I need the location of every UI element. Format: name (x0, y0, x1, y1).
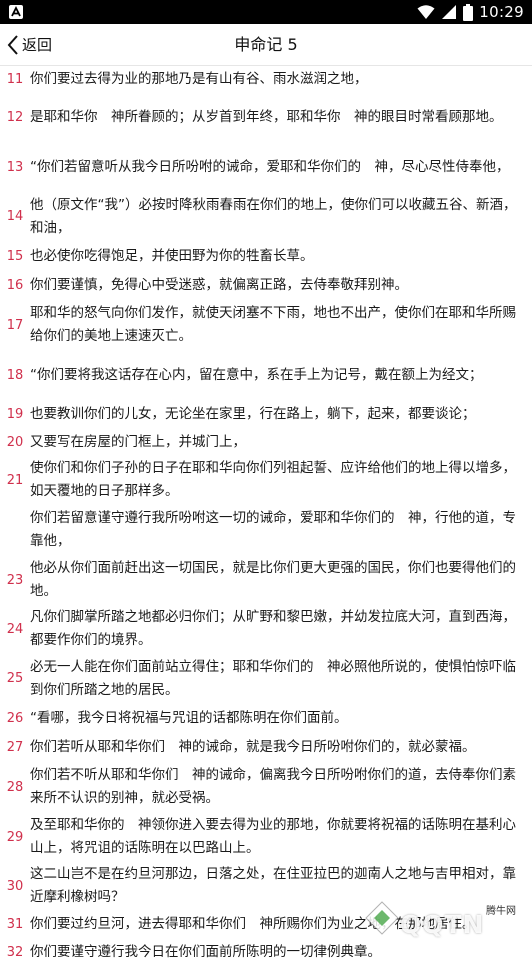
verse-text: 你们要谨守遵行我今日在你们面前所陈明的一切律例典章。 (30, 944, 381, 960)
verse-row[interactable]: 16 你们要谨慎，免得心中受迷惑，就偏离正路，去侍奉敬拜别神。 (0, 271, 532, 300)
verse-text: 凡你们脚掌所踏之地都必归你们；从旷野和黎巴嫩，并幼发拉底大河，直到西海，都要作你… (30, 609, 516, 648)
app-bar: 返回 申命记 5 (0, 24, 532, 66)
battery-icon (463, 3, 474, 21)
verse-text: 及至耶和华你的 神领你进入要去得为业的那地，你就要将祝福的话陈明在基利心山上，将… (30, 817, 516, 856)
verse-number: 27 (6, 740, 24, 755)
verse-row[interactable]: 29 及至耶和华你的 神领你进入要去得为业的那地，你就要将祝福的话陈明在基利心山… (0, 812, 532, 862)
verse-number: 32 (6, 945, 24, 960)
android-notification-icon (9, 5, 23, 19)
verse-row[interactable]: 27 你们若听从耶和华你们 神的诫命，就是我今日所吩咐你们的，就必蒙福。 (0, 733, 532, 762)
verse-row[interactable]: 19 也要教训你们的儿女，无论坐在家里，行在路上，躺下，起来，都要谈论； (0, 400, 532, 429)
verse-number: 17 (6, 317, 24, 333)
verse-text: 耶和华的怒气向你们发作，就使天闭塞不下雨，地也不出产，使你们在耶和华所赐给你们的… (30, 305, 516, 344)
verse-text: “看哪，我今日将祝福与咒诅的话都陈明在你们面前。 (30, 710, 348, 726)
verse-number: 19 (6, 407, 24, 422)
status-bar: 10:29 (0, 0, 532, 24)
verse-number: 16 (6, 278, 24, 293)
verse-number: 13 (6, 159, 24, 175)
verse-text: 你们要过约旦河，进去得耶和华你们 神所赐你们为业之地，在那地居住。 (30, 916, 476, 932)
verse-row[interactable]: 13 “你们若留意听从我今日所吩咐的诫命，爱耶和华你们的 神，尽心尽性侍奉他， (0, 143, 532, 191)
status-time: 10:29 (479, 3, 524, 21)
verse-row[interactable]: 26 “看哪，我今日将祝福与咒诅的话都陈明在你们面前。 (0, 704, 532, 733)
verse-number: 26 (6, 711, 24, 726)
verse-number: 30 (6, 878, 24, 894)
verse-row[interactable]: 32 你们要谨守遵行我今日在你们面前所陈明的一切律例典章。 (0, 939, 532, 966)
verse-number: 28 (6, 779, 24, 795)
verse-row[interactable]: 你们若留意谨守遵行我所吩咐这一切的诫命，爱耶和华你们的 神，行他的道，专靠他， (0, 505, 532, 555)
verse-row[interactable]: 18 “你们要将我这话存在心内，留在意中，系在手上为记号，戴在额上为经文； (0, 350, 532, 400)
verse-text: “你们若留意听从我今日所吩咐的诫命，爱耶和华你们的 神，尽心尽性侍奉他， (30, 158, 510, 175)
verse-row[interactable]: 30 这二山岂不是在约旦河那边，日落之处，在住亚拉巴的迦南人之地与吉甲相对，靠近… (0, 862, 532, 910)
verse-number: 21 (6, 472, 24, 488)
verse-row[interactable]: 24 凡你们脚掌所踏之地都必归你们；从旷野和黎巴嫩，并幼发拉底大河，直到西海，都… (0, 605, 532, 653)
verse-number: 29 (6, 829, 24, 845)
verse-text: 你们若听从耶和华你们 神的诫命，就是我今日所吩咐你们的，就必蒙福。 (30, 739, 476, 755)
verse-row[interactable]: 28 你们若不听从耶和华你们 神的诫命，偏离我今日所吩咐你们的道，去侍奉你们素来… (0, 762, 532, 812)
verse-text: 也要教训你们的儿女，无论坐在家里，行在路上，躺下，起来，都要谈论； (30, 406, 476, 422)
verse-number: 24 (6, 621, 24, 637)
verse-row[interactable]: 14 他（原文作“我”）必按时降秋雨春雨在你们的地上，使你们可以收藏五谷、新酒，… (0, 191, 532, 242)
verse-row[interactable]: 17 耶和华的怒气向你们发作，就使天闭塞不下雨，地也不出产，使你们在耶和华所赐给… (0, 300, 532, 350)
verse-text: 他必从你们面前赶出这一切国民，就是比你们更大更强的国民，你们也要得他们的地。 (30, 560, 516, 599)
verse-row[interactable]: 21 使你们和你们子孙的日子在耶和华向你们列祖起誓、应许给他们的地上得以增多，如… (0, 455, 532, 505)
verse-number: 25 (6, 671, 24, 686)
verse-row[interactable]: 15 也必使你吃得饱足，并使田野为你的牲畜长草。 (0, 242, 532, 271)
verse-text: 你们要谨慎，免得心中受迷惑，就偏离正路，去侍奉敬拜别神。 (30, 277, 408, 293)
verse-number: 18 (6, 367, 24, 383)
wifi-icon (417, 5, 435, 19)
verse-text: “你们要将我这话存在心内，留在意中，系在手上为记号，戴在额上为经文； (30, 366, 483, 383)
verse-list[interactable]: 11 你们要过去得为业的那地乃是有山有谷、雨水滋润之地， 12 是耶和华你 神所… (0, 66, 532, 966)
verse-number: 15 (6, 249, 24, 264)
verse-text: 又要写在房屋的门框上，并城门上， (30, 433, 246, 450)
verse-text: 你们要过去得为业的那地乃是有山有谷、雨水滋润之地， (30, 70, 368, 87)
verse-row[interactable]: 25 必无一人能在你们面前站立得住；耶和华你们的 神必照他所说的，使惧怕惊吓临到… (0, 653, 532, 704)
signal-icon (442, 5, 457, 19)
verse-text: 使你们和你们子孙的日子在耶和华向你们列祖起誓、应许给他们的地上得以增多，如天覆地… (30, 460, 516, 499)
verse-number: 31 (6, 917, 24, 932)
verse-text: 你们若不听从耶和华你们 神的诫命，偏离我今日所吩咐你们的道，去侍奉你们素来所不认… (30, 767, 516, 806)
verse-number: 11 (6, 71, 24, 87)
verse-number: 23 (6, 572, 24, 588)
verse-text: 是耶和华你 神所眷顾的；从岁首到年终，耶和华你 神的眼目时常看顾那地。 (30, 109, 503, 125)
verse-row[interactable]: 20 又要写在房屋的门框上，并城门上， (0, 429, 532, 455)
verse-number: 14 (6, 209, 24, 224)
verse-number: 12 (6, 110, 24, 125)
verse-row[interactable]: 12 是耶和华你 神所眷顾的；从岁首到年终，耶和华你 神的眼目时常看顾那地。 (0, 92, 532, 143)
verse-text: 你们若留意谨守遵行我所吩咐这一切的诫命，爱耶和华你们的 神，行他的道，专靠他， (30, 510, 516, 549)
verse-row[interactable]: 11 你们要过去得为业的那地乃是有山有谷、雨水滋润之地， (0, 66, 532, 92)
verse-text: 也必使你吃得饱足，并使田野为你的牲畜长草。 (30, 248, 314, 264)
verse-row[interactable]: 23 他必从你们面前赶出这一切国民，就是比你们更大更强的国民，你们也要得他们的地… (0, 555, 532, 605)
page-title: 申命记 5 (234, 35, 298, 54)
verse-number: 20 (6, 434, 24, 450)
verse-text: 必无一人能在你们面前站立得住；耶和华你们的 神必照他所说的，使惧怕惊吓临到你们所… (30, 658, 516, 698)
verse-text: 这二山岂不是在约旦河那边，日落之处，在住亚拉巴的迦南人之地与吉甲相对，靠近摩利橡… (30, 866, 516, 905)
verse-text: 他（原文作“我”）必按时降秋雨春雨在你们的地上，使你们可以收藏五谷、新酒，和油， (30, 196, 517, 236)
verse-row[interactable]: 31 你们要过约旦河，进去得耶和华你们 神所赐你们为业之地，在那地居住。 (0, 910, 532, 939)
